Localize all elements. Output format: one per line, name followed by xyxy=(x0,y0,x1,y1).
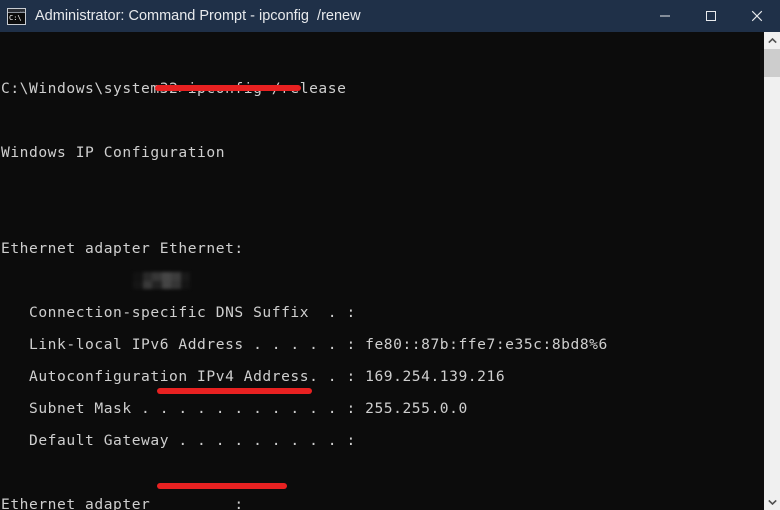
chevron-up-icon xyxy=(767,37,777,43)
window-controls xyxy=(642,0,780,32)
underline-renew-command xyxy=(157,483,287,489)
terminal-output-area[interactable]: (c) Microsoft Corporation. All rights re… xyxy=(0,32,763,510)
close-button[interactable] xyxy=(734,0,780,32)
scrollbar-thumb[interactable] xyxy=(764,49,780,77)
minimize-button[interactable] xyxy=(642,0,688,32)
chevron-down-icon xyxy=(767,499,777,505)
cmd-icon: ··· C:\ xyxy=(7,7,26,25)
scroll-up-button[interactable] xyxy=(764,32,780,49)
scroll-down-button[interactable] xyxy=(764,493,780,510)
command-prompt-window: ··· C:\ Administrator: Command Prompt - … xyxy=(0,0,780,510)
console-text: (c) Microsoft Corporation. All rights re… xyxy=(1,32,608,510)
cmd-icon-prompt: C:\ xyxy=(9,13,22,22)
vertical-scrollbar[interactable] xyxy=(763,32,780,510)
scrollbar-track[interactable] xyxy=(764,77,780,493)
redacted-adapter-name xyxy=(133,272,190,289)
underline-flushdns-command xyxy=(157,388,312,394)
cmd-icon-dots: ··· xyxy=(20,8,24,14)
window-title: Administrator: Command Prompt - ipconfig… xyxy=(35,8,361,24)
maximize-button[interactable] xyxy=(688,0,734,32)
underline-release-command xyxy=(155,85,301,91)
title-bar[interactable]: ··· C:\ Administrator: Command Prompt - … xyxy=(0,0,780,32)
title-bar-left: ··· C:\ Administrator: Command Prompt - … xyxy=(0,7,642,25)
